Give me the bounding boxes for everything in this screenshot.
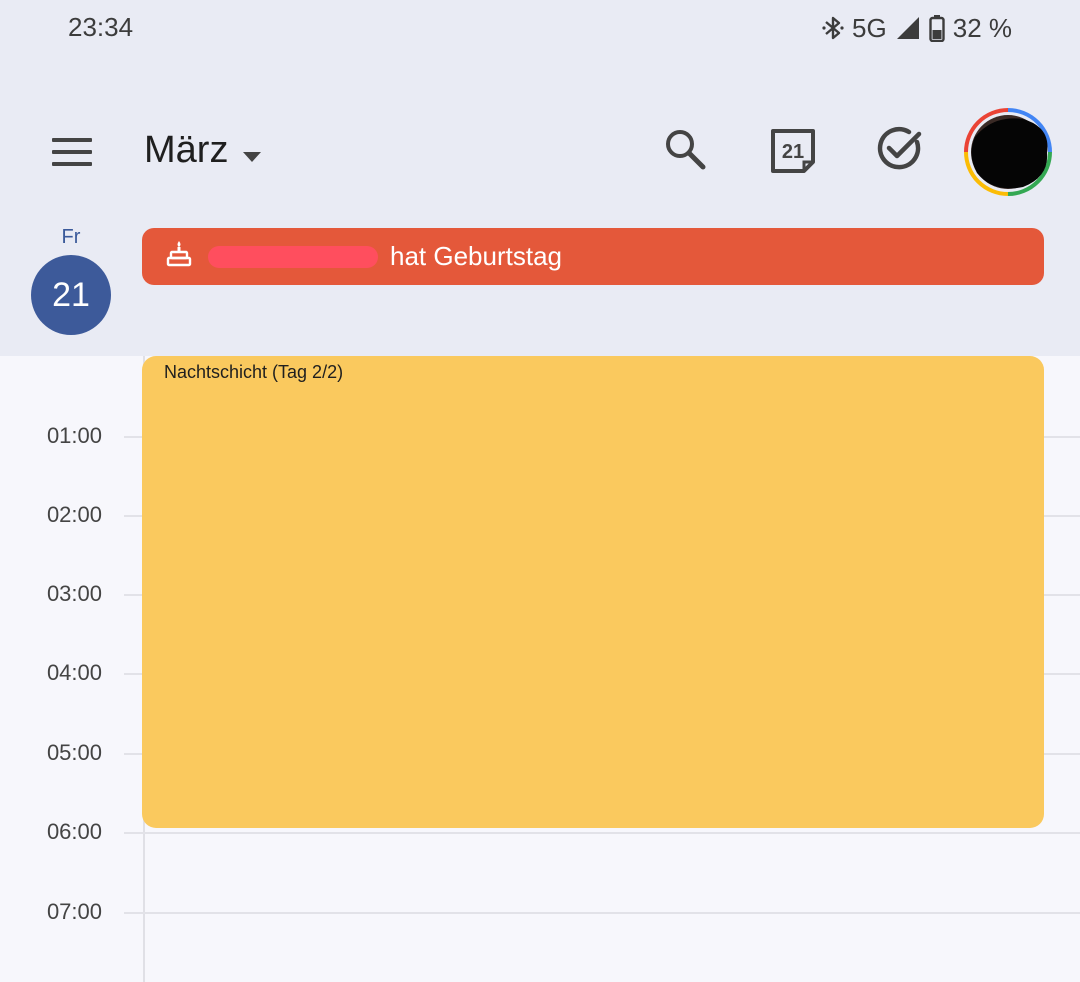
search-button[interactable]: [660, 126, 710, 176]
battery-level: 32 %: [952, 12, 1012, 43]
battery-icon: [929, 14, 945, 42]
status-icons: 5G 32 %: [822, 12, 1012, 44]
hour-line: [124, 832, 1080, 834]
hour-label: 03:00: [46, 581, 102, 606]
day-weekday: Fr: [61, 226, 81, 248]
day-date-circle[interactable]: 21: [31, 255, 111, 335]
search-icon: [663, 127, 707, 176]
birthday-cake-icon: [166, 239, 192, 274]
menu-icon[interactable]: [48, 132, 96, 172]
hour-label: 04:00: [46, 660, 102, 685]
hour-label: 02:00: [46, 502, 102, 527]
today-calendar-icon: 21: [768, 126, 818, 176]
redacted-name: [208, 245, 378, 268]
birthday-event-text: hat Geburtstag: [390, 241, 562, 271]
bluetooth-icon: [822, 14, 844, 42]
night-shift-event[interactable]: Nachtschicht (Tag 2/2): [142, 356, 1044, 828]
tasks-button[interactable]: [875, 126, 925, 176]
status-time: 23:34: [68, 12, 134, 42]
today-number: 21: [781, 140, 805, 163]
network-type: 5G: [852, 12, 887, 43]
month-label: März: [144, 129, 229, 171]
event-title: Nachtschicht (Tag 2/2): [164, 362, 344, 382]
tasks-check-icon: [875, 124, 925, 179]
today-button[interactable]: 21: [768, 126, 818, 176]
signal-icon: [895, 15, 921, 41]
hour-line: [124, 912, 1080, 914]
hour-label: 05:00: [46, 740, 102, 765]
month-selector[interactable]: März: [144, 128, 262, 173]
dropdown-caret-icon: [242, 130, 262, 173]
account-avatar[interactable]: [963, 107, 1053, 197]
hour-label: 07:00: [46, 899, 102, 924]
birthday-event-chip[interactable]: hat Geburtstag: [142, 228, 1044, 285]
hour-label: 01:00: [46, 423, 102, 448]
hour-label: 06:00: [46, 819, 102, 844]
